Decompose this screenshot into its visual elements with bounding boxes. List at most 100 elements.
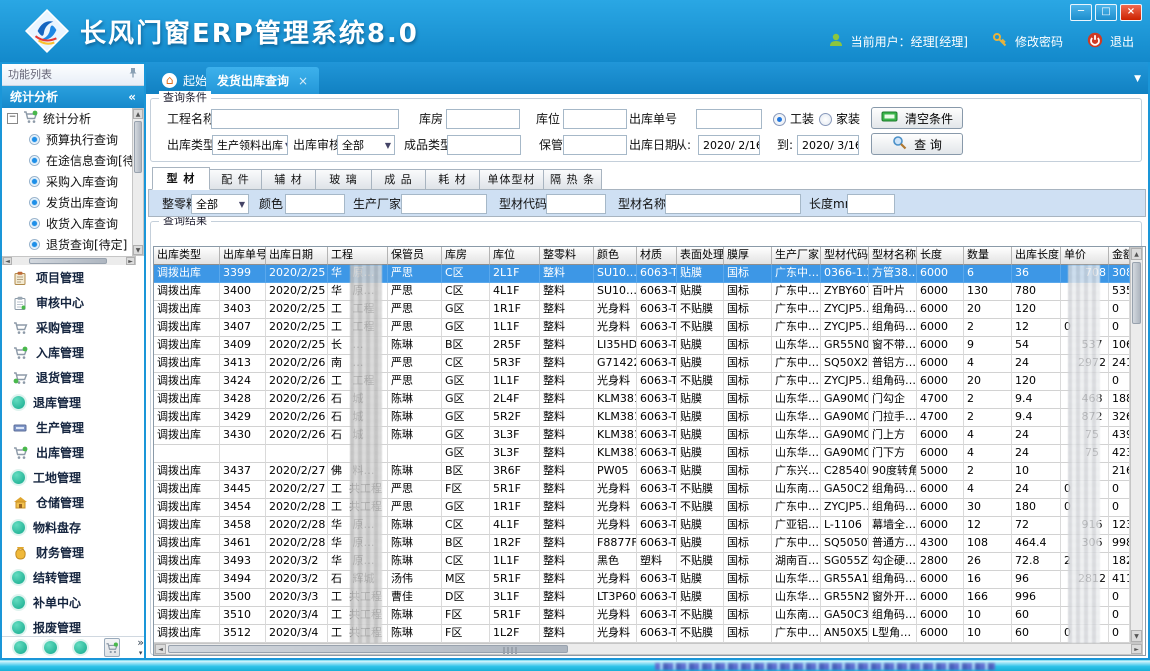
warehouse-input[interactable]: [446, 109, 520, 129]
name-input[interactable]: [665, 194, 801, 214]
column-header-3[interactable]: 工程: [328, 247, 388, 265]
part-select[interactable]: 全部▼: [191, 194, 249, 214]
keeper-input[interactable]: [563, 135, 627, 155]
logout-button[interactable]: 退出: [1110, 33, 1134, 50]
scroll-left-arrow[interactable]: ◄: [3, 257, 12, 265]
table-row-14[interactable]: 调拨出库34582020/2/28华 原…陈琳C区4L1F整料光身料6063-T…: [154, 517, 1130, 535]
material-tab-1[interactable]: 配 件: [210, 169, 262, 190]
tab-list-dropdown-icon[interactable]: ▼: [1134, 74, 1141, 84]
tab-shipping-outbound-query[interactable]: 发货出库查询 ×: [206, 67, 319, 94]
material-tab-3[interactable]: 玻 璃: [316, 169, 372, 190]
tree-item-0[interactable]: 预算执行查询: [2, 129, 144, 150]
material-tab-5[interactable]: 耗 材: [426, 169, 480, 190]
sidebar-item-1[interactable]: 审核中心: [2, 290, 144, 315]
table-row-3[interactable]: 调拨出库34072020/2/25工 工程严思G区1L1F整料光身料6063-T…: [154, 319, 1130, 337]
table-row-11[interactable]: 调拨出库34372020/2/27佛 料…陈琳B区3R6F整料PW056063-…: [154, 463, 1130, 481]
table-row-6[interactable]: 调拨出库34242020/2/26工 工程严思G区1L1F整料光身料6063-T…: [154, 373, 1130, 391]
maker-input[interactable]: [401, 194, 487, 214]
table-row-0[interactable]: 调拨出库33992020/2/25华 原…严思C区2L1F整料SU10…6063…: [154, 265, 1130, 283]
sidebar-item-7[interactable]: 出库管理: [2, 440, 144, 465]
column-header-0[interactable]: 出库类型: [154, 247, 220, 265]
scroll-down-arrow[interactable]: ▼: [133, 245, 143, 255]
more-modules-button[interactable]: »▾: [137, 638, 144, 658]
table-row-13[interactable]: 调拨出库34542020/2/28工 共工程严思G区1R1F整料光身料6063-…: [154, 499, 1130, 517]
column-header-12[interactable]: 生产厂家: [772, 247, 821, 265]
column-header-1[interactable]: 出库单号: [220, 247, 266, 265]
column-header-19[interactable]: 金额: [1109, 247, 1130, 265]
scroll-up-arrow[interactable]: ▲: [1131, 248, 1142, 260]
module-dot-icon[interactable]: [74, 641, 87, 654]
module-dot-icon[interactable]: [44, 641, 57, 654]
material-tab-4[interactable]: 成 品: [372, 169, 426, 190]
sidebar-item-4[interactable]: 退货管理: [2, 365, 144, 390]
tree-item-4[interactable]: 收货入库查询: [2, 213, 144, 234]
table-vertical-scrollbar[interactable]: ▲ ▼: [1130, 247, 1143, 643]
outbound-audit-select[interactable]: 全部▼: [337, 135, 395, 155]
column-header-14[interactable]: 型材名称: [869, 247, 917, 265]
close-button[interactable]: ×: [1120, 4, 1142, 21]
scroll-left-arrow[interactable]: ◄: [155, 644, 166, 654]
tree-expander-icon[interactable]: −: [7, 113, 18, 124]
table-row-15[interactable]: 调拨出库34612020/2/28华 原…陈琳B区1R2F整料F8877FT60…: [154, 535, 1130, 553]
product-type-input[interactable]: [447, 135, 521, 155]
column-header-18[interactable]: 单价: [1061, 247, 1109, 265]
table-row-16[interactable]: 调拨出库34932020/3/2华 原…陈琳C区1L1F整料黑色塑料不贴膜国标湖…: [154, 553, 1130, 571]
column-header-5[interactable]: 库房: [442, 247, 490, 265]
table-row-9[interactable]: 调拨出库34302020/2/26石 城陈琳G区3L3F整料KLM3817606…: [154, 427, 1130, 445]
material-tab-0[interactable]: 型 材: [152, 167, 210, 190]
column-header-16[interactable]: 数量: [964, 247, 1012, 265]
column-header-11[interactable]: 膜厚: [724, 247, 772, 265]
column-header-7[interactable]: 整零料: [540, 247, 594, 265]
column-header-9[interactable]: 材质: [637, 247, 677, 265]
column-header-2[interactable]: 出库日期: [266, 247, 328, 265]
table-horizontal-scrollbar[interactable]: ◄ ►: [154, 643, 1143, 655]
table-row-7[interactable]: 调拨出库34282020/2/26石 城陈琳G区2L4F整料KLM3817606…: [154, 391, 1130, 409]
table-row-10[interactable]: G区3L3F整料KLM38176063-T5贴膜国标山东华…GA90M09.门下…: [154, 445, 1130, 463]
table-row-8[interactable]: 调拨出库34292020/2/26石 城陈琳G区5R2F整料KLM3817606…: [154, 409, 1130, 427]
column-header-6[interactable]: 库位: [490, 247, 540, 265]
tab-close-icon[interactable]: ×: [298, 74, 308, 88]
scroll-down-arrow[interactable]: ▼: [1131, 630, 1142, 642]
sidebar-item-12[interactable]: 结转管理: [2, 565, 144, 590]
table-row-5[interactable]: 调拨出库34132020/2/26南 …严思C区5R3F整料G714226063…: [154, 355, 1130, 373]
project-name-input[interactable]: [211, 109, 399, 129]
table-row-1[interactable]: 调拨出库34002020/2/25华 原…严思C区4L1F整料SU10…6063…: [154, 283, 1130, 301]
tree-item-2[interactable]: 采购入库查询: [2, 171, 144, 192]
date-to-select[interactable]: 2020/ 3/16▼: [797, 135, 859, 155]
table-row-2[interactable]: 调拨出库34032020/2/25工 工程严思G区1R1F整料光身料6063-T…: [154, 301, 1130, 319]
minimize-button[interactable]: ─: [1070, 4, 1092, 21]
sidebar-item-10[interactable]: 物料盘存: [2, 515, 144, 540]
radio-jiazhuang[interactable]: 家装: [819, 112, 860, 126]
color-input[interactable]: [285, 194, 345, 214]
table-row-20[interactable]: 调拨出库35122020/3/4工 共工程陈琳F区1L2F整料光身料6063-T…: [154, 625, 1130, 643]
sidebar-item-5[interactable]: 退库管理: [2, 390, 144, 415]
sidebar-item-14[interactable]: 报废管理: [2, 615, 144, 637]
sidebar-item-11[interactable]: 财务管理: [2, 540, 144, 565]
maximize-button[interactable]: □: [1095, 4, 1117, 21]
date-from-select[interactable]: 2020/ 2/16▼: [698, 135, 760, 155]
module-cart-button[interactable]: [104, 638, 120, 657]
column-header-4[interactable]: 保管员: [388, 247, 442, 265]
sidebar-item-2[interactable]: 采购管理: [2, 315, 144, 340]
sidebar-item-9[interactable]: 仓储管理: [2, 490, 144, 515]
scroll-right-arrow[interactable]: ►: [1131, 644, 1142, 654]
column-header-17[interactable]: 出库长度: [1012, 247, 1061, 265]
sidebar-item-0[interactable]: 项目管理: [2, 265, 144, 290]
table-row-12[interactable]: 调拨出库34452020/2/27工 共工程严思F区5R1F整料光身料6063-…: [154, 481, 1130, 499]
outbound-type-select[interactable]: 生产领料出库▼: [212, 135, 288, 155]
table-row-19[interactable]: 调拨出库35102020/3/4工 共工程陈琳F区5R1F整料光身料6063-T…: [154, 607, 1130, 625]
sidebar-item-6[interactable]: 生产管理: [2, 415, 144, 440]
section-header[interactable]: 统计分析 «: [2, 86, 144, 108]
column-header-13[interactable]: 型材代码: [821, 247, 869, 265]
tree-item-1[interactable]: 在途信息查询[待: [2, 150, 144, 171]
material-tab-7[interactable]: 隔 热 条: [544, 169, 602, 190]
material-tab-6[interactable]: 单体型材: [480, 169, 544, 190]
tree-item-3[interactable]: 发货出库查询: [2, 192, 144, 213]
table-row-4[interactable]: 调拨出库34092020/2/25长 …陈琳B区2R5F整料LI35HD6063…: [154, 337, 1130, 355]
table-row-17[interactable]: 调拨出库34942020/3/2石 辉城汤伟M区5R1F整料光身料6063-T5…: [154, 571, 1130, 589]
clear-conditions-button[interactable]: 清空条件: [871, 107, 963, 129]
scroll-up-arrow[interactable]: ▲: [133, 109, 143, 119]
tree-item-5[interactable]: 退货查询[待定]: [2, 234, 144, 255]
location-input[interactable]: [563, 109, 627, 129]
pin-icon[interactable]: [128, 64, 138, 85]
